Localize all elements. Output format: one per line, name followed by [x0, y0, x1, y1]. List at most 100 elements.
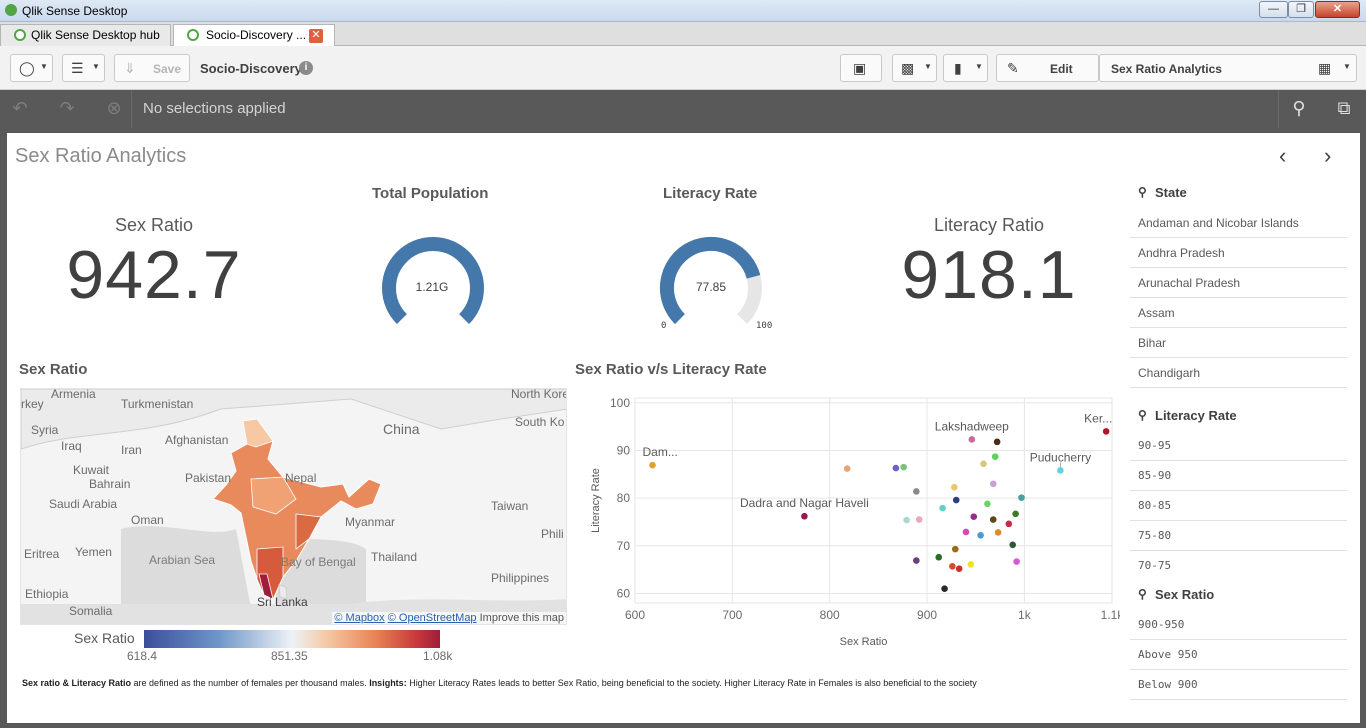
clear-all-icon[interactable]: ⊗ [101, 98, 127, 120]
filter-state-item[interactable]: Andaman and Nicobar Islands [1130, 208, 1347, 238]
scatter-point[interactable] [892, 464, 900, 472]
scatter-point[interactable] [970, 513, 978, 521]
scatter-point[interactable] [955, 565, 963, 572]
filter-literacy-item[interactable]: 70-75 [1130, 551, 1347, 581]
step-forward-icon[interactable]: ↷ [54, 98, 80, 120]
search-icon[interactable]: ⚲ [1286, 98, 1312, 120]
scatter-point[interactable] [984, 500, 991, 508]
scatter-point[interactable] [977, 532, 984, 539]
scatter-point[interactable] [1102, 428, 1110, 435]
info-icon[interactable]: i [299, 61, 313, 75]
filter-literacy-header[interactable]: ⚲ Literacy Rate [1138, 408, 1237, 423]
filter-state-item[interactable]: Arunachal Pradesh [1130, 268, 1347, 298]
openstreetmap-link[interactable]: © OpenStreetMap [388, 612, 477, 624]
filter-literacy-item[interactable]: 90-95 [1130, 431, 1347, 461]
scatter-point[interactable] [1018, 494, 1025, 501]
map-label: Bahrain [89, 477, 131, 491]
filter-literacy-item[interactable]: 85-90 [1130, 461, 1347, 491]
map-label: Oman [131, 513, 164, 527]
scatter-point[interactable] [993, 438, 1001, 446]
scatter-point[interactable] [935, 553, 943, 561]
scatter-point[interactable] [913, 488, 920, 495]
map-label: South Ko [515, 415, 565, 429]
scatter-point[interactable] [967, 561, 975, 568]
scatter-point[interactable] [1012, 510, 1019, 518]
navigation-menu-button[interactable]: ◯ ▼ [10, 54, 53, 82]
filter-literacy-item[interactable]: 75-80 [1130, 521, 1347, 551]
footnote-text: are defined as the number of females per… [131, 678, 370, 688]
scatter-point[interactable] [939, 504, 946, 512]
scatter-point[interactable] [994, 529, 1002, 536]
scatter-point[interactable] [801, 512, 808, 520]
scatter-point[interactable] [989, 480, 997, 488]
map-label: Eritrea [24, 547, 60, 561]
map-label: Philippines [491, 571, 550, 585]
filter-literacy-item[interactable]: 80-85 [1130, 491, 1347, 521]
scatter-point[interactable] [1013, 558, 1020, 565]
filter-state-item[interactable]: Bihar [1130, 328, 1347, 358]
tab-label: Qlik Sense Desktop hub [31, 28, 160, 42]
next-sheet-icon[interactable]: › [1324, 143, 1331, 169]
improve-map-link[interactable]: Improve this map [480, 612, 564, 624]
search-icon: ⚲ [1138, 408, 1147, 422]
filter-sexratio-item[interactable]: Above 950 [1130, 640, 1347, 670]
scatter-point[interactable] [843, 465, 851, 472]
close-window-button[interactable]: ✕ [1315, 1, 1360, 18]
selection-tool-icon[interactable]: ⧉ [1331, 98, 1357, 120]
scatter-point[interactable] [1009, 541, 1017, 549]
scatter-point[interactable] [950, 483, 958, 491]
chevron-down-icon: ▼ [924, 62, 932, 71]
map-label: Kuwait [73, 463, 110, 477]
previous-sheet-icon[interactable]: ‹ [1279, 143, 1286, 169]
scatter-point[interactable] [980, 460, 987, 468]
filter-sexratio-item[interactable]: 900-950 [1130, 610, 1347, 640]
scatter-point[interactable] [962, 528, 970, 536]
sheet-selector[interactable]: Sex Ratio Analytics ▦ ▼ [1099, 54, 1357, 82]
scatter-point[interactable] [649, 461, 656, 469]
scatter-point[interactable] [903, 516, 910, 524]
filter-state-header[interactable]: ⚲ State [1138, 185, 1187, 200]
plot-frame [634, 397, 1113, 604]
filter-sexratio-header[interactable]: ⚲ Sex Ratio [1138, 587, 1214, 602]
snapshot-button[interactable]: ▣ [840, 54, 882, 82]
scatter-chart[interactable]: 600 700 800 900 1k 1.1k 60 70 80 90 100 Sex Ratio Li… [575, 386, 1120, 651]
sheet-title: Sex Ratio Analytics [15, 145, 187, 167]
scatter-point[interactable] [952, 496, 960, 504]
kpi-literacy-ratio-value: 918.1 [901, 237, 1077, 313]
scatter-point[interactable] [949, 562, 956, 570]
scatter-point[interactable] [915, 516, 923, 523]
scatter-point[interactable] [1057, 467, 1064, 474]
scatter-point[interactable] [951, 545, 959, 553]
save-button[interactable]: ⇓ Save [114, 54, 190, 82]
map-label: Myanmar [345, 515, 396, 529]
scatter-point[interactable] [913, 557, 920, 564]
map-label: Pakistan [185, 471, 232, 485]
tab-socio-discovery[interactable]: Socio-Discovery ... ✕ [173, 24, 335, 47]
global-menu-button[interactable]: ☰ ▼ [62, 54, 105, 82]
minimize-button[interactable]: — [1259, 1, 1288, 18]
y-axis-label: Literacy Rate [590, 468, 602, 533]
chevron-down-icon: ▼ [40, 62, 48, 71]
mapbox-link[interactable]: © Mapbox [334, 612, 384, 624]
filter-state-item[interactable]: Chandigarh [1130, 358, 1347, 388]
scatter-point[interactable] [991, 453, 999, 460]
maximize-button[interactable]: ❐ [1288, 1, 1314, 18]
scatter-point[interactable] [900, 463, 907, 471]
scatter-point[interactable] [968, 436, 976, 443]
filter-state-item[interactable]: Andhra Pradesh [1130, 238, 1347, 268]
tab-close-icon[interactable]: ✕ [309, 29, 323, 43]
tab-bar: Qlik Sense Desktop hub Socio-Discovery .… [0, 22, 1366, 47]
bookmark-button[interactable]: ▮ ▼ [943, 54, 988, 82]
step-back-icon[interactable]: ↶ [7, 98, 33, 120]
filter-sexratio-item[interactable]: Below 900 [1130, 670, 1347, 700]
selections-status: No selections applied [143, 100, 286, 117]
filter-state-item[interactable]: Assam [1130, 298, 1347, 328]
map-label: Iraq [61, 439, 82, 453]
edit-button[interactable]: ✎ Edit [996, 54, 1099, 82]
sex-ratio-map[interactable]: Armenia rkey Turkmenistan Syria Iraq Afg… [20, 388, 567, 625]
tab-hub[interactable]: Qlik Sense Desktop hub [0, 24, 171, 46]
story-button[interactable]: ▩ ▼ [892, 54, 937, 82]
scatter-point[interactable] [941, 585, 948, 592]
scatter-point[interactable] [1005, 520, 1013, 528]
scatter-point[interactable] [989, 516, 997, 523]
